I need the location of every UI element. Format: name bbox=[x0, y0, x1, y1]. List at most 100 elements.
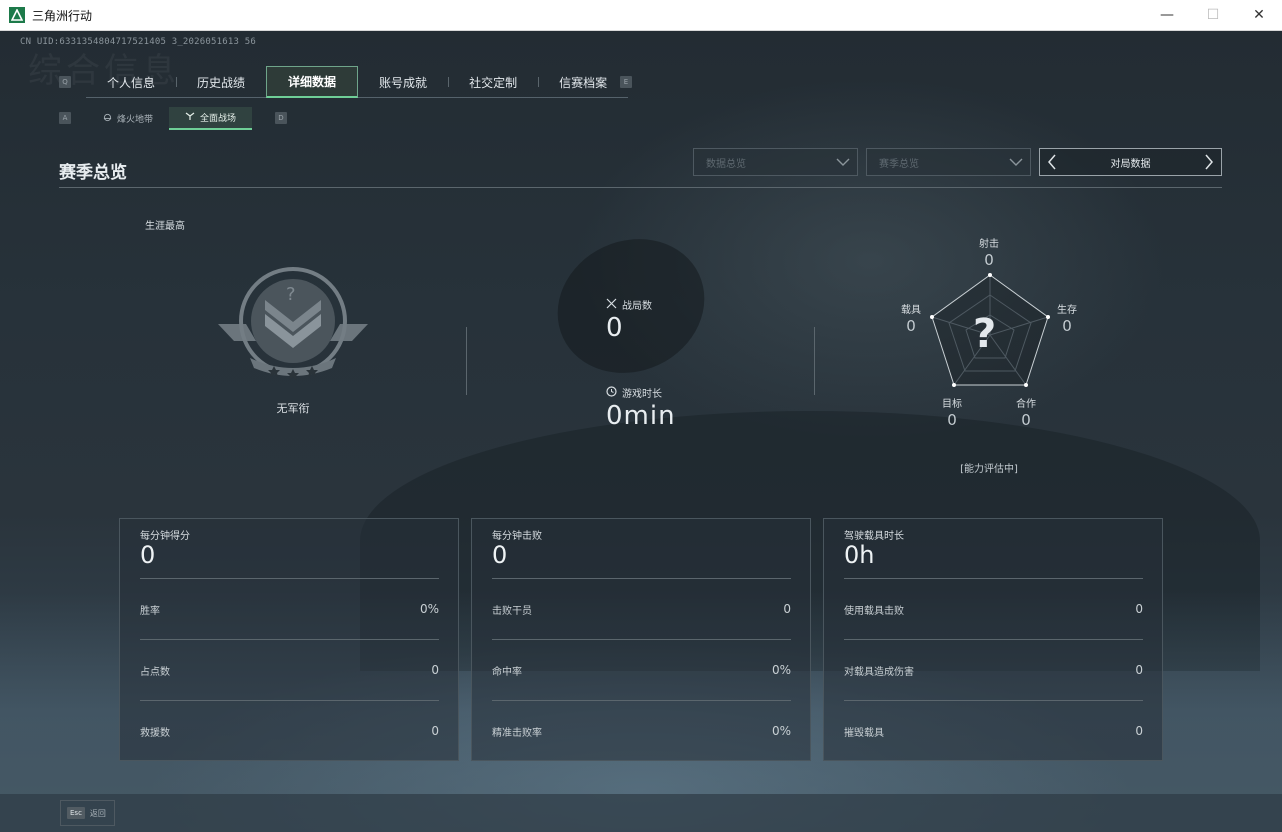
tab-profile-archive[interactable]: 信赛档案 bbox=[538, 66, 628, 98]
key-hint-e: E bbox=[620, 76, 632, 88]
stat-row: 胜率 0% bbox=[140, 578, 439, 639]
row-value: 0% bbox=[771, 724, 791, 738]
radar-status: [能力评估中] bbox=[960, 464, 1018, 475]
stat-row: 击败干员 0 bbox=[492, 578, 791, 639]
emblem-glyph: ? bbox=[286, 284, 296, 305]
window-titlebar: 三角洲行动 — ☐ ✕ bbox=[0, 0, 1282, 31]
matches-label: 战局数 bbox=[622, 301, 652, 312]
match-data-label: 对局数据 bbox=[1110, 158, 1151, 170]
maximize-button[interactable]: ☐ bbox=[1190, 0, 1236, 30]
chevron-down-icon bbox=[835, 154, 851, 174]
radar-axis-objective-value: 0 bbox=[947, 411, 957, 429]
chevron-right-icon[interactable] bbox=[1203, 153, 1215, 175]
player-uid: CN UID:6331354804717521405 3_2026051613 … bbox=[20, 37, 256, 47]
helmet-icon bbox=[103, 113, 112, 125]
row-label: 命中率 bbox=[492, 666, 522, 678]
card-value: 0 bbox=[492, 541, 508, 569]
dropdown-value: 赛季总览 bbox=[879, 158, 919, 170]
row-value: 0 bbox=[1135, 724, 1143, 738]
row-value: 0 bbox=[1135, 602, 1143, 616]
key-hint-q: Q bbox=[59, 76, 71, 88]
career-best-label: 生涯最高 bbox=[145, 221, 185, 232]
matches-stat-label: 战局数 bbox=[606, 297, 652, 312]
row-label: 占点数 bbox=[140, 666, 170, 678]
card-title: 每分钟击败 bbox=[492, 531, 542, 542]
stat-row: 精准击败率 0% bbox=[492, 700, 791, 761]
tab-detailed-data[interactable]: 详细数据 bbox=[266, 66, 359, 98]
clock-icon bbox=[606, 385, 617, 400]
radar-axis-objective-label: 目标 bbox=[942, 399, 962, 410]
subtab-label: 烽火地带 bbox=[117, 115, 154, 125]
tab-social-custom[interactable]: 社交定制 bbox=[448, 66, 538, 98]
row-value: 0 bbox=[431, 724, 439, 738]
stat-row: 救援数 0 bbox=[140, 700, 439, 761]
row-value: 0 bbox=[783, 602, 791, 616]
playtime-value: 0min bbox=[606, 401, 676, 431]
radar-axis-vehicle-label: 载具 bbox=[901, 305, 921, 316]
esc-key-hint: Esc bbox=[67, 807, 85, 819]
stat-card-kills: 每分钟击败 0 击败干员 0 命中率 0% 精准击败率 0% bbox=[471, 518, 811, 761]
radar-axis-teamwork-label: 合作 bbox=[1016, 399, 1036, 410]
card-value: 0h bbox=[844, 541, 875, 569]
season-overview-dropdown[interactable]: 赛季总览 bbox=[866, 148, 1031, 176]
radar-unknown-glyph: ? bbox=[973, 311, 997, 357]
row-value: 0 bbox=[431, 663, 439, 677]
row-label: 摧毁载具 bbox=[844, 727, 884, 739]
radar-axis-teamwork-value: 0 bbox=[1021, 411, 1031, 429]
stat-row: 命中率 0% bbox=[492, 639, 791, 700]
tab-personal-info[interactable]: 个人信息 bbox=[86, 66, 176, 98]
mode-tab-bar: 烽火地带 全面战场 bbox=[87, 107, 253, 130]
footer-bar: Esc 返回 bbox=[0, 794, 1282, 832]
stat-row: 对载具造成伤害 0 bbox=[844, 639, 1143, 700]
crossed-swords-icon bbox=[606, 298, 617, 312]
playtime-stat-label: 游戏时长 bbox=[606, 385, 662, 400]
dropdown-value: 数据总览 bbox=[706, 158, 746, 170]
chevron-down-icon bbox=[1008, 154, 1024, 174]
radar-axis-shooting-value: 0 bbox=[984, 251, 994, 269]
row-value: 0% bbox=[771, 663, 791, 677]
match-data-selector: 对局数据 bbox=[1039, 148, 1222, 176]
row-label: 使用载具击败 bbox=[844, 605, 904, 617]
tab-account-achievements[interactable]: 账号成就 bbox=[358, 66, 448, 98]
card-title: 每分钟得分 bbox=[140, 531, 190, 542]
row-label: 击败干员 bbox=[492, 605, 532, 617]
row-label: 胜率 bbox=[140, 605, 160, 617]
stat-row: 使用载具击败 0 bbox=[844, 578, 1143, 639]
rank-label: 无军衔 bbox=[276, 402, 310, 415]
row-label: 对载具造成伤害 bbox=[844, 666, 914, 678]
stats-divider bbox=[466, 327, 467, 395]
subtab-hazard-zone[interactable]: 烽火地带 bbox=[87, 107, 169, 130]
section-divider bbox=[59, 187, 1222, 188]
stat-card-score: 每分钟得分 0 胜率 0% 占点数 0 救援数 0 bbox=[119, 518, 459, 761]
app-logo-icon bbox=[9, 7, 25, 23]
ability-radar-chart: ? bbox=[920, 273, 1060, 403]
row-value: 0 bbox=[1135, 663, 1143, 677]
subtab-full-battlefield[interactable]: 全面战场 bbox=[169, 107, 253, 130]
chevron-left-icon[interactable] bbox=[1046, 153, 1058, 175]
radar-axis-survival-value: 0 bbox=[1062, 317, 1072, 335]
playtime-label: 游戏时长 bbox=[622, 389, 662, 400]
window-title: 三角洲行动 bbox=[32, 8, 93, 23]
tactical-icon bbox=[185, 111, 195, 124]
radar-axis-survival-label: 生存 bbox=[1057, 305, 1077, 316]
rank-emblem-icon: ? bbox=[216, 266, 370, 382]
radar-axis-vehicle-value: 0 bbox=[906, 317, 916, 335]
tab-match-history[interactable]: 历史战绩 bbox=[176, 66, 266, 98]
close-button[interactable]: ✕ bbox=[1236, 0, 1282, 30]
back-button[interactable]: Esc 返回 bbox=[60, 800, 115, 826]
card-title: 驾驶载具时长 bbox=[844, 531, 904, 542]
matches-value: 0 bbox=[606, 313, 624, 343]
stat-row: 占点数 0 bbox=[140, 639, 439, 700]
key-hint-d: D bbox=[275, 112, 287, 124]
row-label: 救援数 bbox=[140, 727, 170, 739]
section-title: 赛季总览 bbox=[59, 163, 127, 183]
minimize-button[interactable]: — bbox=[1144, 0, 1190, 30]
data-overview-dropdown[interactable]: 数据总览 bbox=[693, 148, 858, 176]
stat-card-vehicle: 驾驶载具时长 0h 使用载具击败 0 对载具造成伤害 0 摧毁载具 0 bbox=[823, 518, 1163, 761]
main-tab-bar: 个人信息 历史战绩 详细数据 账号成就 社交定制 信赛档案 bbox=[86, 66, 629, 98]
subtab-label: 全面战场 bbox=[200, 114, 237, 124]
row-value: 0% bbox=[419, 602, 439, 616]
row-label: 精准击败率 bbox=[492, 727, 542, 739]
back-label: 返回 bbox=[89, 808, 106, 818]
radar-axis-shooting-label: 射击 bbox=[979, 239, 999, 250]
